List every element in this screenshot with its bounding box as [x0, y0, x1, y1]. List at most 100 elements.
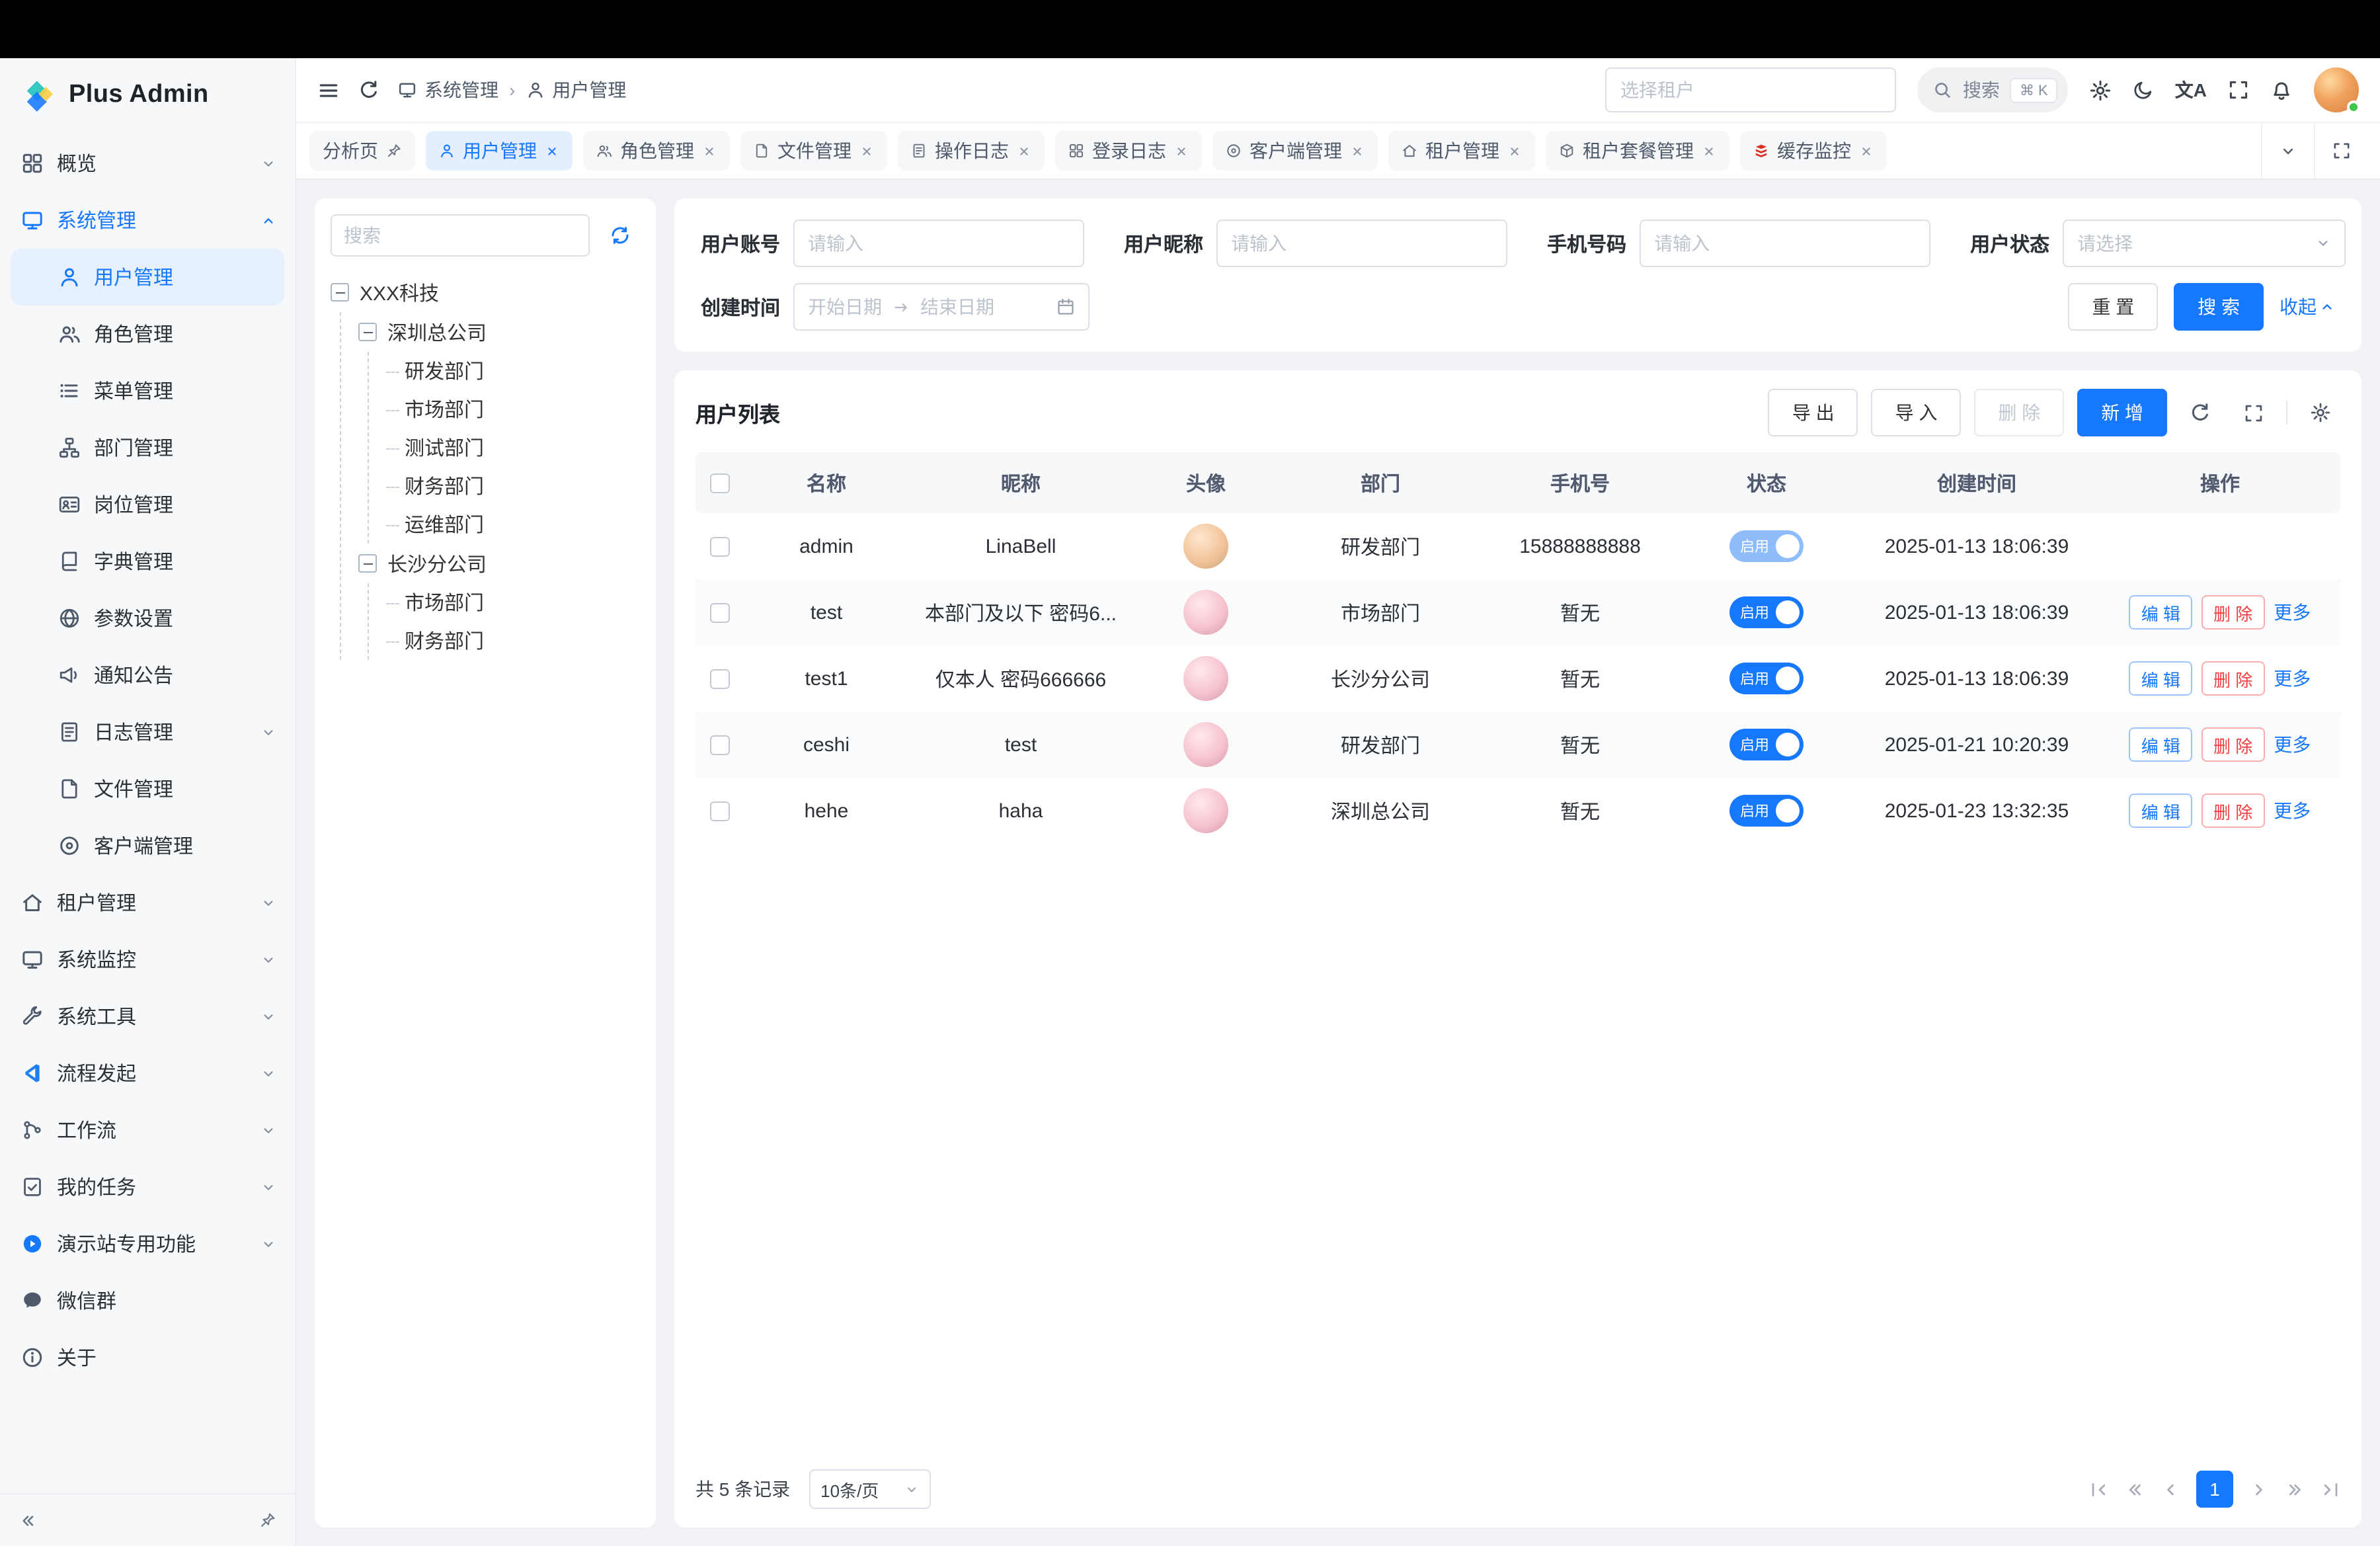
row-checkbox[interactable]: [709, 801, 729, 821]
breadcrumb-system-mgmt[interactable]: 系统管理: [398, 77, 498, 103]
more-button[interactable]: 更多: [2274, 599, 2311, 626]
phone-input[interactable]: [1640, 220, 1930, 267]
sidebar-item-log-mgmt[interactable]: 日志管理: [0, 704, 295, 760]
more-button[interactable]: 更多: [2274, 797, 2311, 824]
tab-cache-monitor[interactable]: 缓存监控: [1740, 131, 1887, 171]
collapse-toggle-icon[interactable]: [331, 283, 349, 302]
table-fullscreen-button[interactable]: [2233, 393, 2273, 432]
sidebar-item-process-start[interactable]: 流程发起: [0, 1045, 295, 1102]
tab-tenant-mgmt[interactable]: 租户管理: [1388, 131, 1535, 171]
sidebar-item-system-mgmt[interactable]: 系统管理: [0, 192, 295, 249]
language-button[interactable]: 文A: [2175, 77, 2207, 103]
tree-node-leaf[interactable]: 研发部门: [386, 352, 640, 390]
tree-node-leaf[interactable]: 运维部门: [386, 505, 640, 544]
tree-node-leaf[interactable]: 财务部门: [386, 622, 640, 660]
user-avatar[interactable]: [2314, 67, 2359, 112]
sidebar-item-user-mgmt[interactable]: 用户管理: [11, 249, 284, 305]
sidebar-item-role-mgmt[interactable]: 角色管理: [0, 305, 295, 362]
content-fullscreen-button[interactable]: [2314, 123, 2367, 179]
sidebar-pin-button[interactable]: [259, 1512, 276, 1529]
tab-file-mgmt[interactable]: 文件管理: [740, 131, 887, 171]
reset-button[interactable]: 重 置: [2068, 283, 2158, 331]
sidebar-item-overview[interactable]: 概览: [0, 135, 295, 192]
table-refresh-button[interactable]: [2180, 393, 2220, 432]
account-input[interactable]: [793, 220, 1084, 267]
sidebar-collapse-button[interactable]: [19, 1511, 37, 1529]
select-all-checkbox[interactable]: [709, 473, 729, 493]
tabs-dropdown-button[interactable]: [2261, 123, 2314, 179]
sidebar-item-menu-mgmt[interactable]: 菜单管理: [0, 362, 295, 419]
tab-role-mgmt[interactable]: 角色管理: [583, 131, 730, 171]
first-page-button[interactable]: [2089, 1479, 2109, 1499]
edit-button[interactable]: 编 辑: [2129, 661, 2192, 696]
sidebar-item-about[interactable]: 关于: [0, 1329, 295, 1386]
close-icon[interactable]: [545, 143, 559, 158]
sidebar-item-workflow[interactable]: 工作流: [0, 1102, 295, 1159]
sidebar-item-sys-tools[interactable]: 系统工具: [0, 988, 295, 1045]
sidebar-item-post-mgmt[interactable]: 岗位管理: [0, 476, 295, 533]
date-range-picker[interactable]: 开始日期 结束日期: [793, 283, 1090, 331]
edit-button[interactable]: 编 辑: [2129, 793, 2192, 828]
status-toggle[interactable]: 启用: [1729, 729, 1804, 760]
tree-node-leaf[interactable]: 市场部门: [386, 390, 640, 428]
edit-button[interactable]: 编 辑: [2129, 727, 2192, 762]
add-user-button[interactable]: 新 增: [2077, 389, 2167, 436]
dept-refresh-button[interactable]: [600, 216, 640, 255]
row-checkbox[interactable]: [709, 537, 729, 557]
row-checkbox[interactable]: [709, 603, 729, 623]
tab-op-log[interactable]: 操作日志: [898, 131, 1045, 171]
row-checkbox[interactable]: [709, 735, 729, 755]
tenant-input[interactable]: [1606, 67, 1897, 112]
close-icon[interactable]: [1017, 143, 1031, 158]
more-button[interactable]: 更多: [2274, 731, 2311, 758]
close-icon[interactable]: [859, 143, 874, 158]
collapse-filters-link[interactable]: 收起: [2280, 294, 2335, 320]
sidebar-item-tenant-mgmt[interactable]: 租户管理: [0, 874, 295, 931]
tab-client-mgmt[interactable]: 客户端管理: [1212, 131, 1378, 171]
page-number-1[interactable]: 1: [2196, 1471, 2233, 1508]
sidebar-item-demo-features[interactable]: 演示站专用功能: [0, 1215, 295, 1272]
nickname-input[interactable]: [1216, 220, 1507, 267]
more-button[interactable]: 更多: [2274, 665, 2311, 692]
close-icon[interactable]: [702, 143, 717, 158]
close-icon[interactable]: [1702, 143, 1716, 158]
close-icon[interactable]: [1859, 143, 1874, 158]
search-button[interactable]: 搜 索: [2174, 283, 2264, 331]
sidebar-item-dept-mgmt[interactable]: 部门管理: [0, 419, 295, 476]
theme-toggle-button[interactable]: [2133, 79, 2154, 101]
close-icon[interactable]: [1350, 143, 1365, 158]
status-toggle[interactable]: 启用: [1729, 663, 1804, 694]
next-page-button[interactable]: [2249, 1479, 2269, 1499]
bulk-delete-button[interactable]: 删 除: [1974, 389, 2064, 436]
tab-analysis[interactable]: 分析页: [309, 131, 415, 171]
delete-button[interactable]: 删 除: [2202, 661, 2264, 696]
delete-button[interactable]: 删 除: [2202, 595, 2264, 630]
collapse-toggle-icon[interactable]: [358, 554, 377, 573]
sidebar-item-param-settings[interactable]: 参数设置: [0, 590, 295, 647]
fullscreen-button[interactable]: [2228, 79, 2249, 101]
status-toggle[interactable]: 启用: [1729, 530, 1804, 562]
tab-login-log[interactable]: 登录日志: [1055, 131, 1202, 171]
tab-tenant-plan-mgmt[interactable]: 租户套餐管理: [1546, 131, 1729, 171]
collapse-toggle-icon[interactable]: [358, 323, 377, 341]
column-settings-button[interactable]: [2301, 393, 2340, 432]
tree-node-root[interactable]: XXX科技: [331, 272, 640, 312]
tab-user-mgmt[interactable]: 用户管理: [426, 131, 573, 171]
prev-page-button[interactable]: [2161, 1479, 2180, 1499]
sidebar-item-notice[interactable]: 通知公告: [0, 647, 295, 704]
sidebar-item-file-mgmt[interactable]: 文件管理: [0, 760, 295, 817]
status-toggle[interactable]: 启用: [1729, 596, 1804, 628]
tree-node-branch[interactable]: 长沙分公司: [358, 544, 640, 583]
refresh-page-button[interactable]: [358, 79, 379, 101]
pin-icon[interactable]: [386, 143, 402, 159]
sidebar-item-dict-mgmt[interactable]: 字典管理: [0, 533, 295, 590]
tree-node-branch[interactable]: 深圳总公司: [358, 312, 640, 352]
close-icon[interactable]: [1507, 143, 1522, 158]
menu-toggle-button[interactable]: [317, 79, 340, 101]
status-toggle[interactable]: 启用: [1729, 795, 1804, 827]
breadcrumb-user-mgmt[interactable]: 用户管理: [526, 77, 626, 103]
edit-button[interactable]: 编 辑: [2129, 595, 2192, 630]
next-jump-button[interactable]: [2285, 1479, 2305, 1499]
close-icon[interactable]: [1174, 143, 1189, 158]
sidebar-item-client-mgmt[interactable]: 客户端管理: [0, 817, 295, 874]
